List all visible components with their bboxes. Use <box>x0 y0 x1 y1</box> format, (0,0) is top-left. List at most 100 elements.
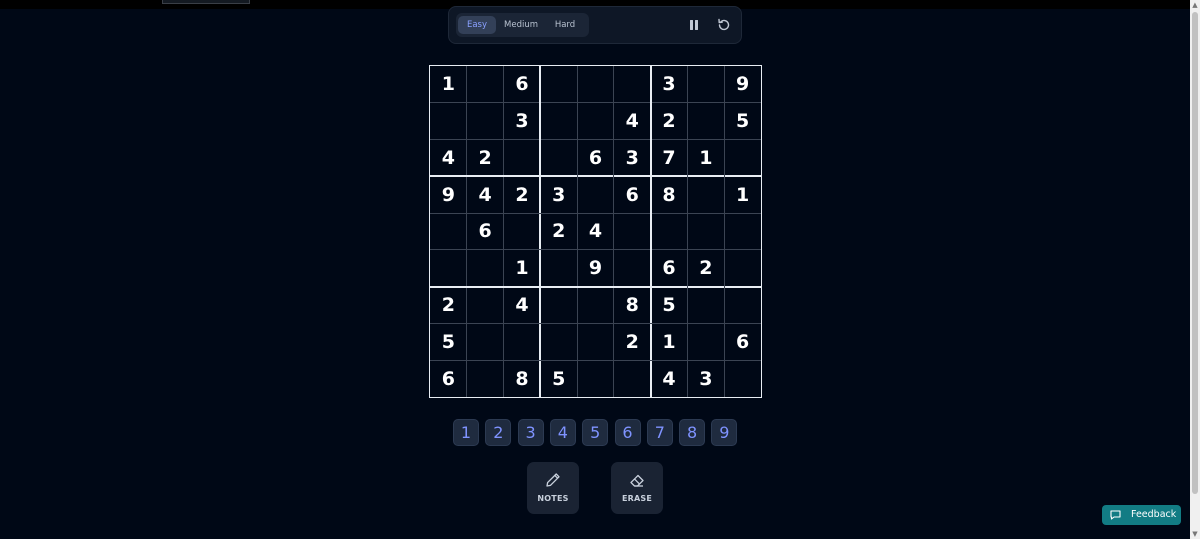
sudoku-cell[interactable]: 3 <box>614 140 651 177</box>
sudoku-cell[interactable]: 2 <box>467 140 504 177</box>
sudoku-cell[interactable]: 6 <box>724 323 761 360</box>
sudoku-cell[interactable]: 8 <box>614 287 651 324</box>
number-button-7[interactable]: 7 <box>646 419 673 446</box>
sudoku-cell[interactable]: 1 <box>430 66 467 103</box>
sudoku-cell[interactable]: 3 <box>504 103 541 140</box>
sudoku-cell[interactable]: 4 <box>577 213 614 250</box>
sudoku-cell[interactable]: 9 <box>724 66 761 103</box>
sudoku-cell[interactable] <box>687 66 724 103</box>
sudoku-cell[interactable]: 7 <box>651 140 688 177</box>
sudoku-cell[interactable]: 9 <box>577 250 614 287</box>
sudoku-cell[interactable] <box>614 66 651 103</box>
sudoku-cell[interactable]: 6 <box>504 66 541 103</box>
number-button-9[interactable]: 9 <box>711 419 738 446</box>
sudoku-cell[interactable]: 4 <box>651 360 688 397</box>
scroll-down-arrow-icon[interactable]: ▼ <box>1190 529 1200 539</box>
sudoku-cell[interactable] <box>467 103 504 140</box>
sudoku-cell[interactable]: 6 <box>651 250 688 287</box>
sudoku-cell[interactable] <box>724 360 761 397</box>
sudoku-cell[interactable] <box>540 287 577 324</box>
sudoku-cell[interactable] <box>577 360 614 397</box>
sudoku-cell[interactable] <box>540 66 577 103</box>
sudoku-cell[interactable]: 8 <box>504 360 541 397</box>
sudoku-cell[interactable] <box>614 250 651 287</box>
sudoku-cell[interactable] <box>540 250 577 287</box>
sudoku-cell[interactable] <box>687 213 724 250</box>
sudoku-cell[interactable]: 9 <box>430 176 467 213</box>
sudoku-cell[interactable] <box>614 360 651 397</box>
sudoku-cell[interactable] <box>687 103 724 140</box>
sudoku-cell[interactable] <box>577 287 614 324</box>
sudoku-cell[interactable]: 5 <box>724 103 761 140</box>
sudoku-cell[interactable] <box>724 250 761 287</box>
difficulty-easy-button[interactable]: Easy <box>458 16 496 34</box>
sudoku-cell[interactable] <box>577 66 614 103</box>
number-button-4[interactable]: 4 <box>549 419 576 446</box>
sudoku-cell[interactable] <box>540 323 577 360</box>
sudoku-cell[interactable]: 1 <box>651 323 688 360</box>
difficulty-hard-button[interactable]: Hard <box>546 16 584 34</box>
sudoku-cell[interactable] <box>467 323 504 360</box>
sudoku-cell[interactable]: 5 <box>430 323 467 360</box>
sudoku-cell[interactable] <box>430 213 467 250</box>
sudoku-cell[interactable]: 2 <box>540 213 577 250</box>
vertical-scrollbar[interactable]: ▲ ▼ <box>1190 0 1200 539</box>
sudoku-cell[interactable]: 2 <box>614 323 651 360</box>
sudoku-cell[interactable] <box>687 176 724 213</box>
number-button-1[interactable]: 1 <box>453 419 479 446</box>
sudoku-cell[interactable] <box>540 140 577 177</box>
number-button-3[interactable]: 3 <box>517 419 544 446</box>
sudoku-cell[interactable]: 4 <box>504 287 541 324</box>
sudoku-cell[interactable]: 6 <box>577 140 614 177</box>
sudoku-cell[interactable]: 3 <box>687 360 724 397</box>
sudoku-cell[interactable]: 3 <box>540 176 577 213</box>
sudoku-cell[interactable]: 3 <box>651 66 688 103</box>
number-button-6[interactable]: 6 <box>614 419 641 446</box>
feedback-button[interactable]: Feedback <box>1102 505 1181 525</box>
restart-icon[interactable] <box>715 16 733 34</box>
notes-button[interactable]: NOTES <box>527 462 579 514</box>
sudoku-cell[interactable] <box>430 103 467 140</box>
sudoku-cell[interactable]: 5 <box>651 287 688 324</box>
sudoku-cell[interactable] <box>614 213 651 250</box>
sudoku-cell[interactable]: 4 <box>467 176 504 213</box>
sudoku-cell[interactable] <box>687 323 724 360</box>
sudoku-cell[interactable]: 2 <box>504 176 541 213</box>
sudoku-cell[interactable]: 8 <box>651 176 688 213</box>
sudoku-cell[interactable] <box>577 176 614 213</box>
sudoku-cell[interactable]: 4 <box>614 103 651 140</box>
sudoku-cell[interactable]: 2 <box>430 287 467 324</box>
sudoku-cell[interactable] <box>467 287 504 324</box>
sudoku-cell[interactable]: 2 <box>651 103 688 140</box>
sudoku-cell[interactable] <box>577 323 614 360</box>
scroll-up-arrow-icon[interactable]: ▲ <box>1190 0 1200 10</box>
pause-icon[interactable] <box>685 16 703 34</box>
sudoku-cell[interactable]: 1 <box>504 250 541 287</box>
sudoku-cell[interactable]: 6 <box>614 176 651 213</box>
sudoku-cell[interactable] <box>724 213 761 250</box>
sudoku-cell[interactable] <box>540 103 577 140</box>
sudoku-cell[interactable]: 1 <box>724 176 761 213</box>
sudoku-cell[interactable]: 6 <box>430 360 467 397</box>
sudoku-cell[interactable] <box>724 140 761 177</box>
sudoku-cell[interactable]: 2 <box>687 250 724 287</box>
difficulty-medium-button[interactable]: Medium <box>500 16 542 34</box>
erase-button[interactable]: ERASE <box>611 462 663 514</box>
sudoku-cell[interactable] <box>467 360 504 397</box>
sudoku-cell[interactable] <box>651 213 688 250</box>
number-button-8[interactable]: 8 <box>679 419 706 446</box>
sudoku-cell[interactable] <box>467 250 504 287</box>
sudoku-cell[interactable] <box>724 287 761 324</box>
sudoku-cell[interactable]: 4 <box>430 140 467 177</box>
sudoku-cell[interactable]: 1 <box>687 140 724 177</box>
sudoku-cell[interactable] <box>467 66 504 103</box>
number-button-2[interactable]: 2 <box>485 419 512 446</box>
sudoku-cell[interactable]: 5 <box>540 360 577 397</box>
scrollbar-thumb[interactable] <box>1192 12 1198 494</box>
sudoku-cell[interactable] <box>430 250 467 287</box>
sudoku-cell[interactable] <box>504 140 541 177</box>
number-button-5[interactable]: 5 <box>582 419 609 446</box>
sudoku-cell[interactable] <box>577 103 614 140</box>
sudoku-cell[interactable]: 6 <box>467 213 504 250</box>
sudoku-cell[interactable] <box>504 213 541 250</box>
